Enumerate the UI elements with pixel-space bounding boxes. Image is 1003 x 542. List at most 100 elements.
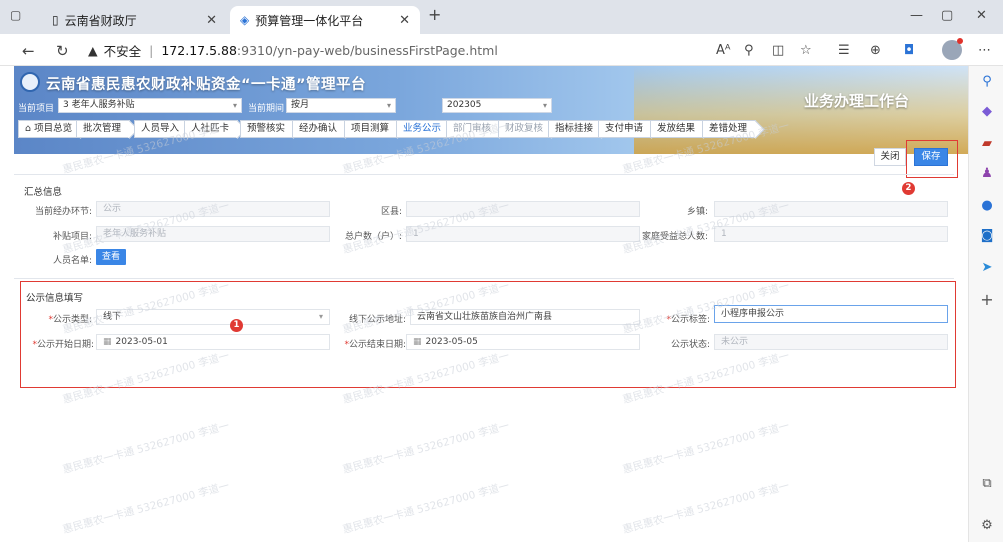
app-logo [20, 72, 40, 92]
watermark: 惠民惠农一卡通 532627000 李道一 [621, 479, 791, 537]
publicity-type-label-text: 公示类型: [52, 315, 92, 325]
start-date-value: 2023-05-01 [115, 337, 168, 347]
subsidy-project-field: 老年人服务补贴 [96, 226, 330, 242]
window-close-icon[interactable]: ✕ [976, 8, 987, 23]
settings-icon[interactable]: ⚙ [979, 518, 995, 534]
step-project-calc[interactable]: 项目测算 [344, 120, 399, 138]
project-select[interactable]: 3 老年人服务补贴 ▾ [58, 98, 242, 113]
end-date-value: 2023-05-05 [425, 337, 478, 347]
step-label: 项目总览 [34, 123, 73, 134]
publicity-tag-label-text: 公示标签: [670, 315, 710, 325]
chevron-down-icon: ▾ [232, 101, 237, 110]
favorites-list-icon[interactable]: ☰ [838, 43, 850, 58]
close-icon[interactable]: ✕ [399, 13, 410, 28]
publicity-type-select[interactable]: 线下 ▾ [96, 309, 330, 325]
tag-icon[interactable]: ◆ [979, 104, 995, 120]
step-personnel-import[interactable]: 人员导入 [134, 120, 189, 138]
tab-actions-icon[interactable]: ▢ [10, 8, 21, 22]
read-aloud-icon[interactable]: Aᴬ [716, 43, 731, 58]
current-stage-label: 当前经办环节: [34, 207, 92, 217]
chevron-down-icon: ▾ [318, 312, 323, 321]
step-batch-management[interactable]: 批次管理 [76, 120, 131, 138]
county-field [406, 201, 640, 217]
personnel-list-label: 人员名单: [52, 256, 92, 266]
new-tab-icon[interactable]: + [428, 5, 441, 24]
minimize-icon[interactable]: — [910, 8, 923, 23]
end-date-picker[interactable]: ▦ 2023-05-05 [406, 334, 640, 350]
publicity-status-field: 未公示 [714, 334, 948, 350]
hide-sidebar-icon[interactable]: ⧉ [979, 476, 995, 492]
middle-divider [14, 278, 954, 279]
current-stage-field: 公示 [96, 201, 330, 217]
save-highlight-box [906, 140, 958, 178]
step-project-overview[interactable]: ⌂ 项目总览 [18, 120, 82, 138]
month-select-value: 202305 [447, 100, 482, 110]
edge-sidebar: ⚲ ◆ ▰ ♟ ● ◙ ➤ + ⧉ ⚙ [968, 66, 1003, 542]
start-date-picker[interactable]: ▦ 2023-05-01 [96, 334, 330, 350]
publicity-status-label: 公示状态: [670, 340, 710, 350]
games-icon[interactable]: ♟ [979, 166, 995, 182]
total-households-field: 1 [406, 226, 640, 242]
workbench-title: 业务办理工作台 [804, 92, 910, 110]
process-steps: ⌂ 项目总览 批次管理 人员导入 人社匹卡 预警核实 经办确认 项目测算 业务公… [14, 120, 774, 140]
browser-address-bar: ← ↻ ▲ 不安全 | 172.17.5.88 :9310/yn-pay-web… [0, 34, 1003, 66]
end-date-label-text: 公示结束日期: [348, 340, 406, 350]
send-icon[interactable]: ➤ [979, 260, 995, 276]
search-icon[interactable]: ⚲ [979, 74, 995, 90]
browser-tab-2[interactable]: ◈ 预算管理一体化平台 ✕ [230, 6, 420, 34]
close-button[interactable]: 关闭 [874, 148, 906, 166]
restore-icon[interactable]: ▢ [941, 8, 953, 23]
chevron-down-icon: ▾ [386, 101, 391, 110]
insecure-label: 不安全 [103, 43, 142, 59]
office-icon[interactable]: ● [979, 198, 995, 214]
watermark: 惠民惠农一卡通 532627000 李道一 [341, 479, 511, 537]
browser-tab-1[interactable]: ▯ 云南省财政厅 ✕ [42, 6, 227, 34]
month-select[interactable]: 202305 ▾ [442, 98, 552, 113]
step-business-publicity[interactable]: 业务公示 [396, 120, 451, 138]
watermark: 惠民惠农一卡通 532627000 李道一 [621, 419, 791, 477]
url-field[interactable]: ▲ 不安全 | 172.17.5.88 :9310/yn-pay-web/bus… [88, 39, 648, 61]
filter-period-label: 当前期间 [248, 104, 285, 114]
step-dept-review[interactable]: 部门审核 [446, 120, 501, 138]
refresh-icon[interactable]: ↻ [56, 42, 69, 60]
watermark: 惠民惠农一卡通 532627000 李道一 [61, 479, 231, 537]
close-icon[interactable]: ✕ [206, 13, 217, 28]
step-card-match[interactable]: 人社匹卡 [184, 120, 239, 138]
publicity-section-title: 公示信息填写 [26, 293, 84, 304]
step-warning-verify[interactable]: 预警核实 [240, 120, 295, 138]
summary-section-title: 汇总信息 [24, 187, 63, 198]
step-handling-confirm[interactable]: 经办确认 [292, 120, 347, 138]
more-icon[interactable]: ⋯ [978, 43, 991, 58]
browser-essentials-icon[interactable]: ◘ [904, 43, 914, 58]
annotation-badge-2: 2 [902, 182, 915, 195]
favorite-icon[interactable]: ☆ [800, 43, 812, 58]
browser-tab-1-title: 云南省财政厅 [64, 13, 137, 28]
app-banner: 云南省惠民惠农财政补贴资金“一卡通”管理平台 业务办理工作台 当前项目 3 老年… [14, 66, 968, 154]
collections-icon[interactable]: ⊕ [870, 43, 881, 58]
briefcase-icon[interactable]: ▰ [979, 136, 995, 152]
home-icon: ⌂ [25, 123, 35, 134]
publicity-tag-input[interactable]: 小程序申报公示 [714, 305, 948, 323]
back-icon[interactable]: ← [22, 42, 35, 60]
app-title: 云南省惠民惠农财政补贴资金“一卡通”管理平台 [46, 77, 367, 93]
offline-address-input[interactable]: 云南省文山壮族苗族自治州广南县 [410, 309, 640, 325]
township-field [714, 201, 948, 217]
step-error-handling[interactable]: 差错处理 [702, 120, 757, 138]
county-label: 区县: [380, 207, 402, 217]
step-payout-result[interactable]: 发放结果 [650, 120, 705, 138]
step-payment-request[interactable]: 支付申请 [598, 120, 653, 138]
publicity-type-value: 线下 [103, 312, 122, 322]
watermark: 惠民惠农一卡通 532627000 李道一 [341, 419, 511, 477]
split-screen-icon[interactable]: ◫ [772, 43, 784, 58]
step-indicator-link[interactable]: 指标挂接 [548, 120, 603, 138]
view-button[interactable]: 查看 [96, 249, 126, 265]
add-icon[interactable]: + [979, 292, 995, 308]
zoom-icon[interactable]: ⚲ [744, 43, 754, 58]
outlook-icon[interactable]: ◙ [979, 228, 995, 244]
annotation-badge-1: 1 [230, 319, 243, 332]
step-finance-recheck[interactable]: 财政复核 [498, 120, 553, 138]
period-select[interactable]: 按月 ▾ [286, 98, 396, 113]
start-date-label: *公示开始日期: [32, 340, 94, 350]
notification-dot [957, 38, 963, 44]
chevron-down-icon: ▾ [542, 101, 547, 110]
